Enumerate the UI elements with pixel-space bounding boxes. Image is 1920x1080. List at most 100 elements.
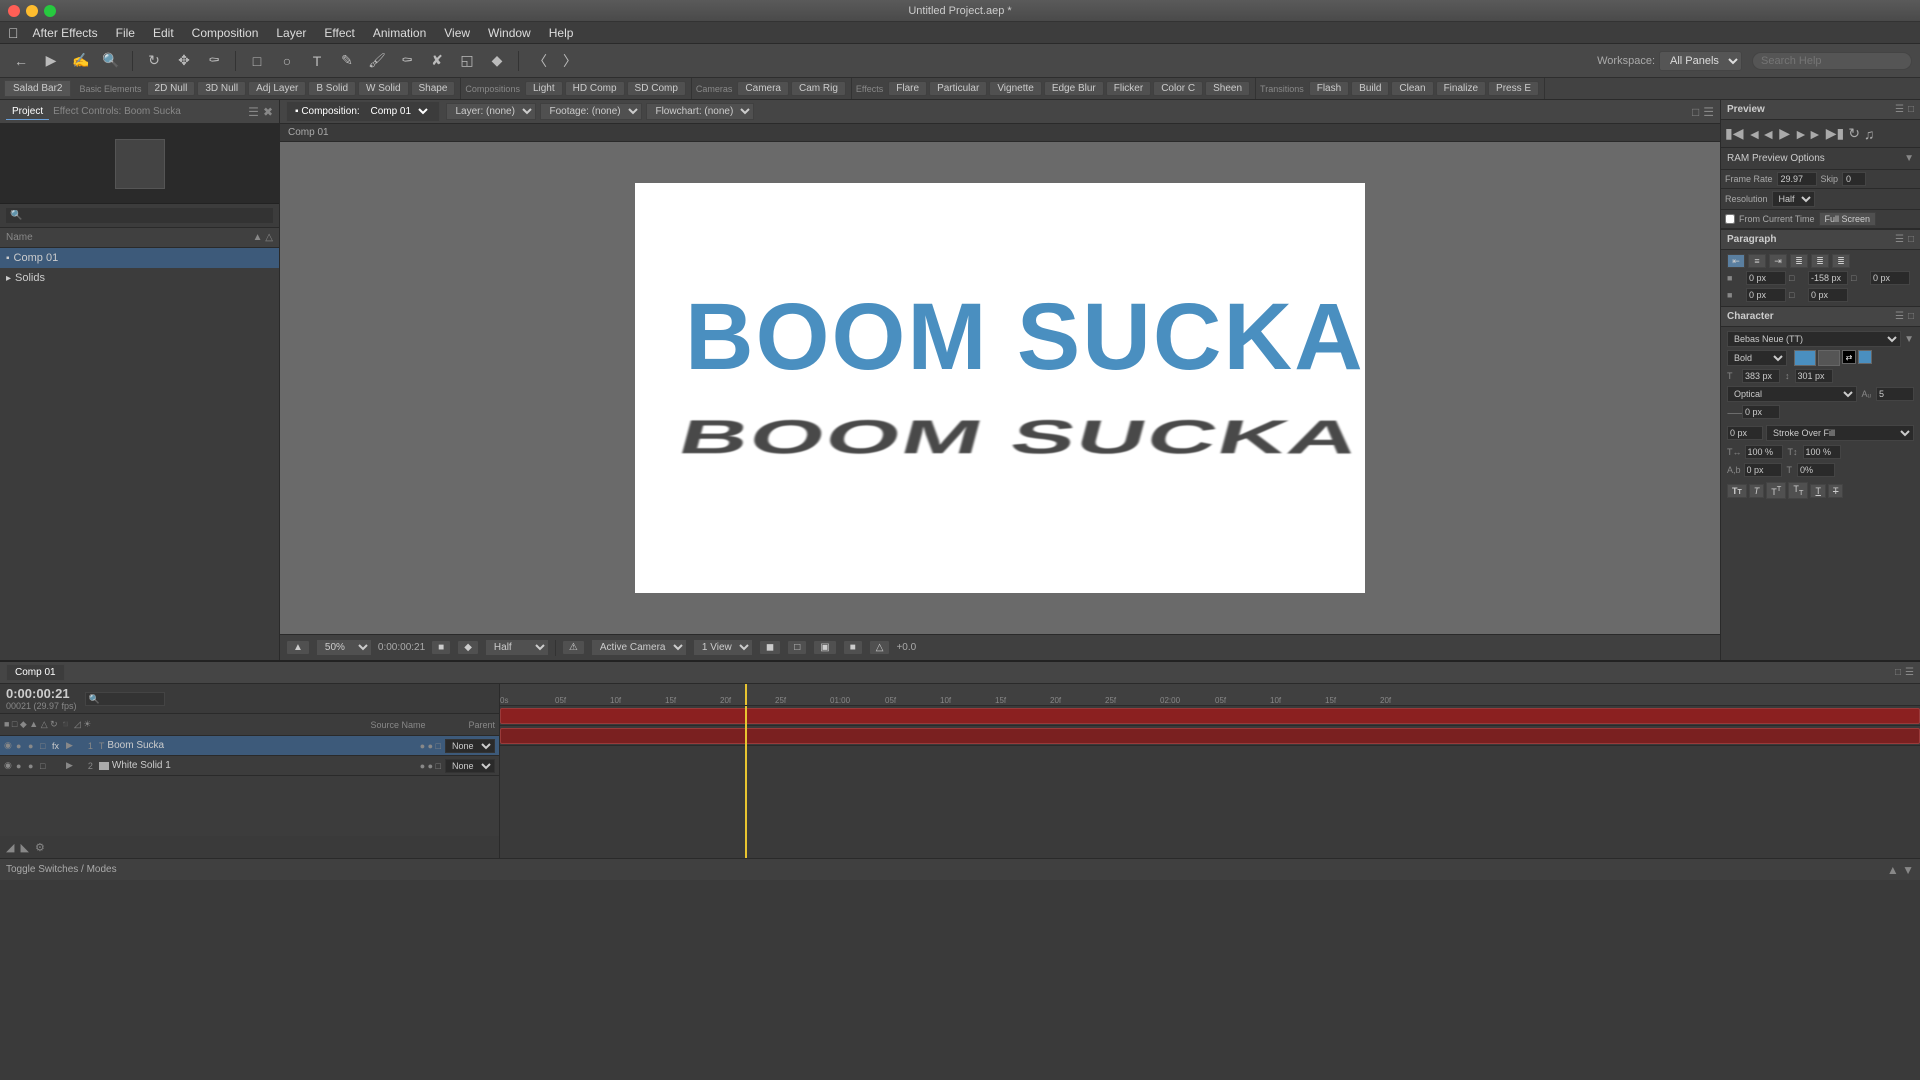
btn-2d-null[interactable]: 2D Null <box>147 81 196 96</box>
tool-roto[interactable]: ◱ <box>454 48 480 74</box>
btn-3d-null[interactable]: 3D Null <box>197 81 246 96</box>
btn-edge-blur[interactable]: Edge Blur <box>1044 81 1104 96</box>
layer-folder-icon[interactable]: ◣ <box>20 841 28 854</box>
layer-new-icon[interactable]: ◢ <box>6 841 14 854</box>
resolution-select[interactable]: HalfFullQuarter <box>485 639 549 656</box>
tool-brush[interactable]: 🖌 <box>364 48 390 74</box>
footage-select[interactable]: Footage: (none) <box>540 103 642 120</box>
close-button[interactable] <box>8 5 20 17</box>
indent-input2[interactable] <box>1808 271 1848 285</box>
prev-audio-btn[interactable]: ♫ <box>1864 126 1875 142</box>
btn-color-c[interactable]: Color C <box>1153 81 1203 96</box>
btn-shape[interactable]: Shape <box>411 81 456 96</box>
viewer-mask-btn[interactable]: ◆ <box>457 640 479 655</box>
layer-row-1[interactable]: ◉ ● ● □ fx ▶ 1 T Boom Sucka ● ● □ None <box>0 736 499 756</box>
align-center-btn[interactable]: ≡ <box>1748 254 1766 268</box>
comp-viewer[interactable]: BOOM SUCKA BOOM SUCKA <box>280 142 1720 634</box>
style-select[interactable]: BoldRegular <box>1727 350 1787 366</box>
viewer-pixel-btn[interactable]: □ <box>787 640 807 655</box>
layer2-vis[interactable]: ● <box>16 761 28 771</box>
optical-select[interactable]: Optical <box>1727 386 1857 402</box>
btn-flash[interactable]: Flash <box>1309 81 1349 96</box>
tracking-input[interactable] <box>1742 405 1780 419</box>
indent-input3[interactable] <box>1870 271 1910 285</box>
project-item-comp01[interactable]: ▪ Comp 01 <box>0 248 279 268</box>
flowchart-select[interactable]: Flowchart: (none) <box>646 103 754 120</box>
timeline-tab-comp01[interactable]: Comp 01 <box>6 664 65 681</box>
fmt-underline-btn[interactable]: T <box>1810 484 1826 498</box>
views-select[interactable]: 1 View <box>693 639 753 656</box>
btn-sheen[interactable]: Sheen <box>1205 81 1250 96</box>
fmt-strikethrough-btn[interactable]: T <box>1828 484 1844 498</box>
tool-zoom[interactable]: 🔍 <box>98 48 124 74</box>
tool-type[interactable]: T <box>304 48 330 74</box>
prev-step-back-btn[interactable]: ◄◄ <box>1747 126 1775 142</box>
baseline-input[interactable] <box>1744 463 1782 477</box>
salad-bar-tab[interactable]: Salad Bar2 <box>4 80 71 97</box>
tool-puppet[interactable]: ◆ <box>484 48 510 74</box>
tab-project[interactable]: Project <box>6 104 49 120</box>
btn-flicker[interactable]: Flicker <box>1106 81 1151 96</box>
viewer-render-btn[interactable]: ◼ <box>759 640 781 655</box>
btn-flare[interactable]: Flare <box>888 81 927 96</box>
timeline-menu-icon[interactable]: ☰ <box>1905 667 1914 678</box>
auto-kerning-input[interactable] <box>1876 387 1914 401</box>
vert-size-input[interactable] <box>1795 369 1833 383</box>
layer1-fx[interactable]: fx <box>52 741 66 751</box>
layer1-parent-select[interactable]: None <box>445 739 495 753</box>
tool-select[interactable]: ▶ <box>38 48 64 74</box>
menu-edit[interactable]: Edit <box>145 24 182 42</box>
prev-loop-btn[interactable]: ↻ <box>1848 125 1860 142</box>
workspace-dropdown[interactable]: All Panels <box>1659 51 1742 71</box>
composition-select[interactable]: Comp 01 <box>362 104 431 119</box>
layer1-expand[interactable]: ▶ <box>66 740 73 751</box>
font-select[interactable]: Bebas Neue (TT) <box>1727 331 1901 347</box>
paragraph-expand[interactable]: □ <box>1908 234 1914 245</box>
project-search-input[interactable] <box>6 208 273 223</box>
character-header[interactable]: Character ☰ □ <box>1721 307 1920 327</box>
maximize-button[interactable] <box>44 5 56 17</box>
tool-arrow[interactable]: ← <box>8 48 34 74</box>
indent-input5[interactable] <box>1808 288 1848 302</box>
ram-preview-row[interactable]: RAM Preview Options ▼ <box>1721 148 1920 170</box>
tool-eraser[interactable]: ✘ <box>424 48 450 74</box>
btn-b-solid[interactable]: B Solid <box>308 81 356 96</box>
align-justify2-btn[interactable]: ≣ <box>1811 254 1829 268</box>
toggle-switches-label[interactable]: Toggle Switches / Modes <box>6 864 117 875</box>
search-help-input[interactable] <box>1752 52 1912 70</box>
menu-aftereffects[interactable]: After Effects <box>25 24 106 42</box>
timeline-expand-icon[interactable]: □ <box>1895 667 1901 678</box>
zoom-select[interactable]: 50%100%25% <box>316 639 372 656</box>
align-justify3-btn[interactable]: ≣ <box>1832 254 1850 268</box>
panel-close-icon[interactable]: ✖ <box>263 105 273 119</box>
layer-settings-icon[interactable]: ⚙ <box>35 841 45 854</box>
timeline-tracks[interactable] <box>500 706 1920 858</box>
prev-step-fwd-btn[interactable]: ►► <box>1794 126 1822 142</box>
viewer-snap-btn[interactable]: ■ <box>431 640 451 655</box>
btn-adj-layer[interactable]: Adj Layer <box>248 81 306 96</box>
btn-camera[interactable]: Camera <box>737 81 789 96</box>
layer2-lock[interactable]: ● <box>28 761 40 771</box>
align-justify-btn[interactable]: ≣ <box>1790 254 1808 268</box>
btn-particular[interactable]: Particular <box>929 81 987 96</box>
resolution-preview-select[interactable]: HalfFull <box>1772 191 1815 207</box>
viewer-guide-btn[interactable]: ■ <box>843 640 863 655</box>
fill-color-swatch[interactable] <box>1794 350 1816 366</box>
btn-vignette[interactable]: Vignette <box>989 81 1042 96</box>
camera-select[interactable]: Active Camera <box>591 639 687 656</box>
btn-clean[interactable]: Clean <box>1391 81 1433 96</box>
menu-window[interactable]: Window <box>480 24 539 42</box>
fmt-small-caps-btn[interactable]: T <box>1749 484 1765 498</box>
layer1-lock[interactable]: ● <box>28 741 40 751</box>
menu-file[interactable]: File <box>108 24 143 42</box>
paragraph-menu[interactable]: ☰ <box>1895 234 1904 245</box>
horiz-scale-input[interactable] <box>1745 445 1783 459</box>
tool-shape-rect[interactable]: □ <box>244 48 270 74</box>
layer-select[interactable]: Layer: (none) <box>446 103 536 120</box>
window-controls[interactable] <box>8 5 56 17</box>
timeline-resize-icon[interactable]: ▲ ▼ <box>1887 863 1914 877</box>
align-left-btn[interactable]: ⇤ <box>1727 254 1745 268</box>
preview-panel-menu[interactable]: ☰ <box>1895 104 1904 115</box>
layer2-solo[interactable]: ◉ <box>4 760 16 771</box>
btn-build[interactable]: Build <box>1351 81 1389 96</box>
